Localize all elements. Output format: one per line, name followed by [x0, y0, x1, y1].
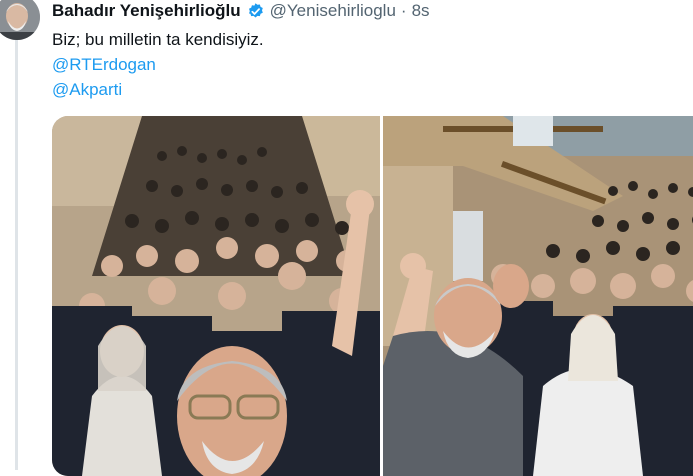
- tweet-photo-2[interactable]: [383, 116, 693, 476]
- mention-link-rterdogan[interactable]: @RTErdogan: [52, 52, 264, 77]
- tweet-time[interactable]: 8s: [412, 1, 430, 21]
- tweet-body: Biz; bu milletin ta kendisiyiz. @RTErdog…: [52, 27, 264, 102]
- tweet-text: Biz; bu milletin ta kendisiyiz.: [52, 30, 264, 49]
- author-avatar[interactable]: [0, 0, 40, 40]
- mention-link-akparti[interactable]: @Akparti: [52, 77, 264, 102]
- tweet-media: [52, 116, 693, 476]
- thread-line: [15, 40, 18, 470]
- tweet-header: Bahadır Yenişehirlioğlu @Yenisehirlioglu…: [52, 0, 430, 22]
- author-handle[interactable]: @Yenisehirlioglu: [270, 1, 396, 21]
- separator-dot: ·: [400, 1, 407, 20]
- verified-badge-icon: [246, 2, 265, 21]
- author-name[interactable]: Bahadır Yenişehirlioğlu: [52, 1, 241, 21]
- tweet-photo-1[interactable]: [52, 116, 380, 476]
